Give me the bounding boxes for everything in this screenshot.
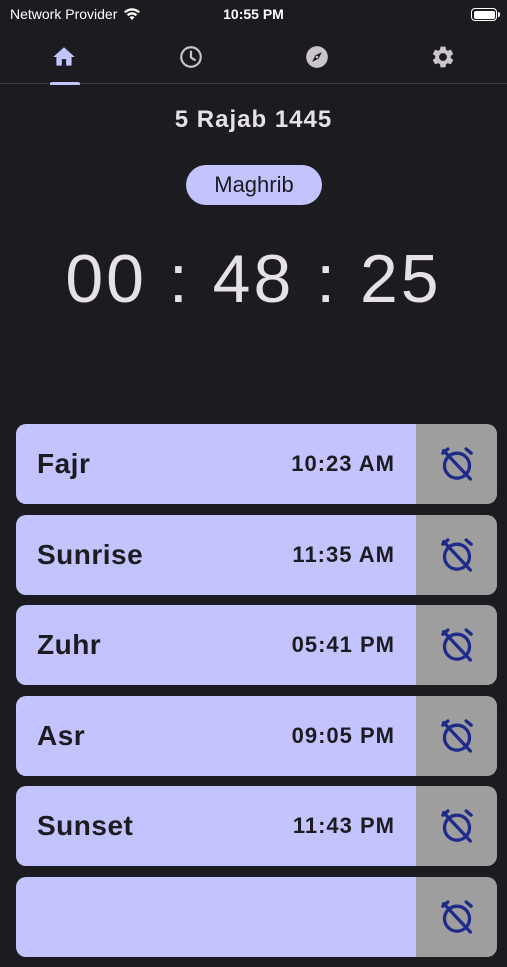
- countdown-timer: 00 : 48 : 25: [65, 241, 442, 317]
- prayer-row-sunset: Sunset 11:43 PM: [16, 786, 497, 866]
- top-nav-bar: [0, 30, 507, 85]
- prayer-name: Sunset: [37, 810, 134, 841]
- next-prayer-chip: Maghrib: [186, 165, 322, 205]
- prayer-row-zuhr: Zuhr 05:41 PM: [16, 605, 497, 685]
- tab-home[interactable]: [1, 30, 127, 85]
- prayer-card[interactable]: Zuhr 05:41 PM: [16, 605, 416, 685]
- alarm-off-icon: [440, 447, 473, 481]
- alarm-toggle-button[interactable]: [416, 424, 497, 504]
- tab-settings[interactable]: [380, 30, 506, 84]
- prayer-row-sunrise: Sunrise 11:35 AM: [16, 514, 497, 595]
- prayer-row-partial: [16, 876, 497, 957]
- prayer-row-fajr: Fajr 10:23 AM: [16, 424, 497, 504]
- tab-clock[interactable]: [128, 30, 254, 84]
- alarm-off-icon: [440, 628, 473, 662]
- alarm-toggle-button[interactable]: [416, 514, 497, 595]
- hijri-date: 5 Rajab 1445: [174, 106, 333, 133]
- alarm-off-icon: [440, 537, 473, 572]
- status-time: 10:55 PM: [223, 6, 284, 22]
- prayer-name: Sunrise: [37, 538, 144, 570]
- compass-icon: [306, 46, 328, 68]
- prayer-row-asr: Asr 09:05 PM: [16, 695, 497, 776]
- gear-icon: [432, 46, 454, 68]
- alarm-off-icon: [440, 899, 473, 934]
- status-bar: Network Provider 10:55 PM: [0, 0, 507, 30]
- alarm-toggle-button[interactable]: [416, 605, 497, 685]
- prayer-time: 11:35 AM: [292, 541, 395, 567]
- prayer-card[interactable]: Asr 09:05 PM: [16, 695, 416, 776]
- active-tab-indicator: [50, 82, 80, 85]
- battery-icon: [471, 8, 500, 21]
- prayer-time: 11:43 PM: [292, 813, 395, 838]
- alarm-off-icon: [440, 718, 473, 753]
- alarm-toggle-button[interactable]: [416, 876, 497, 957]
- home-icon: [53, 47, 75, 66]
- prayer-card[interactable]: [16, 876, 416, 957]
- prayer-time: 05:41 PM: [291, 632, 395, 657]
- prayer-name: Asr: [37, 719, 86, 751]
- prayer-time: 09:05 PM: [291, 722, 395, 748]
- prayer-card[interactable]: Sunrise 11:35 AM: [16, 514, 416, 595]
- alarm-toggle-button[interactable]: [416, 695, 497, 776]
- alarm-off-icon: [440, 809, 473, 843]
- prayer-card[interactable]: Fajr 10:23 AM: [16, 424, 416, 504]
- prayer-list: Fajr 10:23 AM Sunrise 11:35 AM Zuhr 05:4…: [16, 424, 497, 967]
- prayer-name: Fajr: [37, 448, 91, 479]
- alarm-toggle-button[interactable]: [416, 786, 497, 866]
- prayer-card[interactable]: Sunset 11:43 PM: [16, 786, 416, 866]
- tab-compass[interactable]: [254, 30, 380, 84]
- prayer-name: Zuhr: [37, 629, 102, 660]
- prayer-time: 10:23 AM: [291, 451, 395, 476]
- clock-icon: [180, 46, 202, 68]
